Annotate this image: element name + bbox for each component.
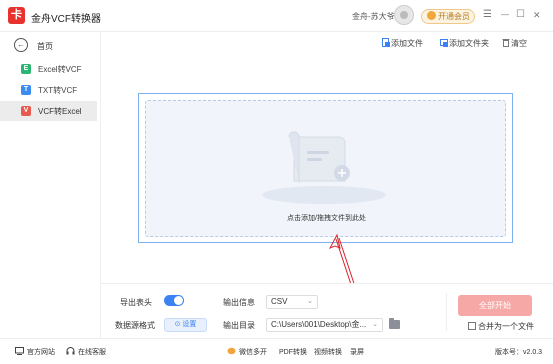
close-icon[interactable]: ✕ (533, 9, 541, 21)
minimize-icon[interactable]: — (501, 9, 509, 21)
status-bar: 官方网站 在线客服 微信多开 PDF转换 视频转换 录屏 版本号：v2.0.3 (0, 338, 553, 364)
sidebar-item-label: TXT转VCF (38, 86, 78, 95)
txt-icon: T (21, 85, 31, 95)
output-dir-field[interactable]: C:\Users\001\Desktop\金... ⌄ (266, 318, 383, 332)
output-info-label: 输出信息 (223, 298, 255, 307)
clear-button[interactable]: 清空 (502, 38, 527, 49)
start-all-button[interactable]: 全部开始 (458, 295, 532, 316)
video-link[interactable]: 视频转换 (314, 347, 342, 357)
output-dir-label: 输出目录 (223, 321, 255, 330)
version-label: 版本号：v2.0.3 (495, 349, 543, 356)
file-upload-illustration-icon (262, 131, 386, 204)
record-link[interactable]: 录屏 (350, 347, 364, 357)
settings-button-label: 设置 (182, 321, 197, 328)
datasource-label: 数据源格式 (115, 321, 155, 330)
vcf-icon: V (21, 106, 31, 116)
sidebar-item-label: VCF转Excel (38, 107, 82, 116)
output-dir-value: C:\Users\001\Desktop\金... (271, 320, 367, 329)
trash-icon (502, 39, 510, 47)
multi-open-link[interactable]: 微信多开 (227, 347, 267, 357)
headset-icon (66, 347, 75, 355)
sidebar-item-label: Excel转VCF (38, 65, 82, 74)
pdf-link[interactable]: PDF转换 (279, 347, 307, 357)
merge-checkbox[interactable]: 合并为一个文件 (468, 321, 534, 332)
add-folder-icon (440, 39, 448, 47)
user-name[interactable]: 金舟-苏大爷 (352, 11, 395, 22)
wechat-icon (227, 347, 236, 355)
drop-zone-hint: 点击添加/拖拽文件到此处 (287, 215, 366, 222)
clear-label: 清空 (511, 39, 527, 48)
sidebar-item-excel-to-vcf[interactable]: E Excel转VCF (0, 59, 97, 79)
app-title: 金舟VCF转换器 (31, 14, 101, 25)
drop-zone[interactable]: 点击添加/拖拽文件到此处 (145, 100, 506, 237)
export-header-label: 导出表头 (120, 298, 152, 307)
website-label: 官方网站 (27, 349, 55, 356)
folder-icon[interactable] (389, 318, 400, 329)
crown-icon (427, 11, 436, 20)
merge-label: 合并为一个文件 (478, 322, 534, 331)
add-folder-label: 添加文件夹 (449, 39, 489, 48)
website-link[interactable]: 官方网站 (15, 347, 55, 357)
add-file-button[interactable]: 添加文件 (382, 38, 423, 49)
support-link[interactable]: 在线客服 (66, 347, 106, 357)
excel-icon: E (21, 64, 31, 74)
chevron-down-icon: ⌄ (307, 298, 313, 305)
app-logo-icon: 卡 (8, 7, 25, 24)
checkbox-icon (468, 322, 476, 330)
multi-open-label: 微信多开 (239, 349, 267, 356)
maximize-icon[interactable]: ☐ (516, 9, 525, 21)
add-folder-button[interactable]: 添加文件夹 (440, 38, 489, 49)
sidebar-item-txt-to-vcf[interactable]: T TXT转VCF (0, 80, 97, 100)
vip-button[interactable]: 开通会员 (421, 9, 475, 24)
output-format-value: CSV (271, 297, 288, 306)
back-arrow-icon: ← (14, 38, 28, 52)
settings-button[interactable]: ⊙ 设置 (164, 318, 207, 332)
monitor-icon (15, 347, 24, 355)
chevron-down-icon: ⌄ (372, 319, 378, 331)
support-label: 在线客服 (78, 349, 106, 356)
divider (446, 293, 447, 331)
vip-button-label: 开通会员 (438, 12, 470, 21)
menu-icon[interactable]: ☰ (483, 9, 492, 21)
sidebar: ← 首页 E Excel转VCF T TXT转VCF V VCF转Excel (0, 32, 101, 338)
sidebar-item-vcf-to-excel[interactable]: V VCF转Excel (0, 101, 97, 121)
title-bar: 卡 金舟VCF转换器 金舟-苏大爷 开通会员 ☰ — ☐ ✕ (0, 0, 553, 32)
add-file-label: 添加文件 (391, 39, 423, 48)
avatar[interactable] (394, 5, 414, 25)
add-file-icon (382, 38, 390, 47)
output-format-select[interactable]: CSV ⌄ (266, 295, 318, 309)
export-header-toggle[interactable] (164, 295, 184, 306)
home-label: 首页 (37, 42, 53, 51)
